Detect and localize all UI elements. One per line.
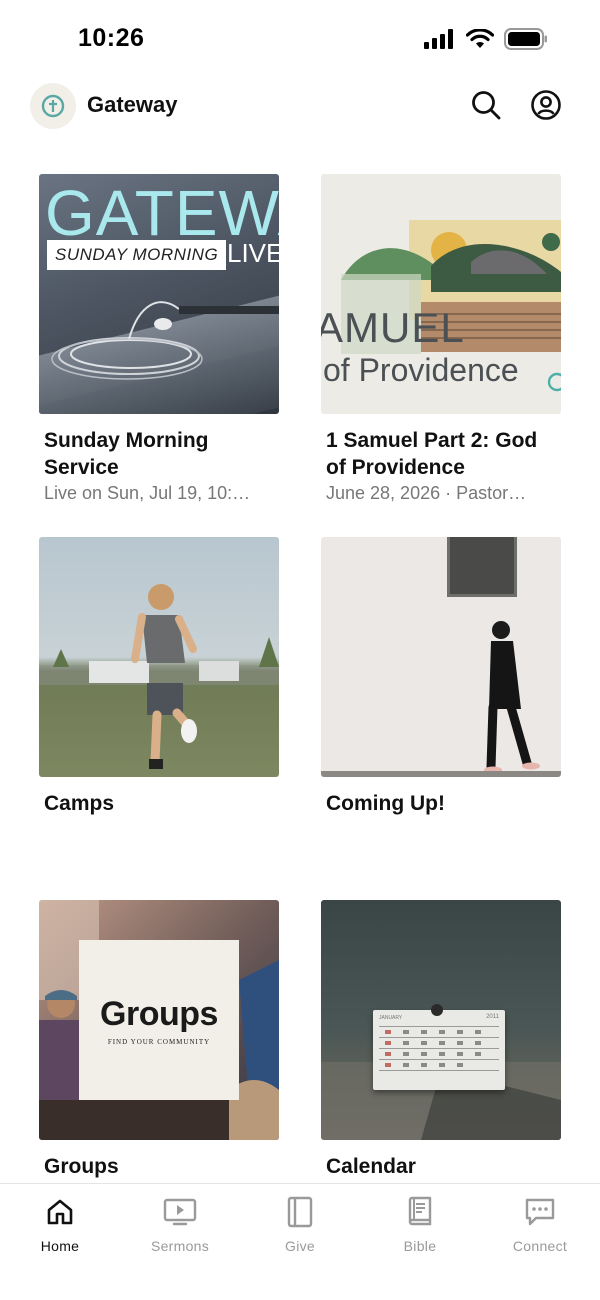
card-title: Calendar bbox=[326, 1155, 416, 1178]
profile-button[interactable] bbox=[529, 89, 563, 126]
card-thumbnail: GATEWA SUNDAY MORNING LIVE bbox=[39, 174, 279, 414]
panel-title: Groups bbox=[100, 994, 218, 1033]
card-coming-up[interactable]: Coming Up! bbox=[321, 537, 561, 817]
app-title: Gateway bbox=[87, 92, 178, 117]
calendar-illustration: JANUARY 2011 bbox=[373, 1010, 505, 1090]
groups-panel: Groups FIND YOUR COMMUNITY bbox=[79, 940, 239, 1100]
app-header: Gateway bbox=[0, 80, 600, 136]
card-camps[interactable]: Camps bbox=[39, 537, 279, 817]
sermons-icon bbox=[160, 1192, 200, 1232]
status-bar: 10:26 bbox=[0, 0, 600, 80]
give-icon bbox=[280, 1192, 320, 1232]
panel-subtitle: FIND YOUR COMMUNITY bbox=[107, 1037, 211, 1046]
calendar-month: JANUARY bbox=[379, 1015, 403, 1021]
calendar-grid-art bbox=[379, 1026, 499, 1071]
tab-label: Home bbox=[40, 1238, 80, 1254]
status-icons bbox=[424, 28, 548, 55]
tab-home[interactable]: Home bbox=[0, 1192, 120, 1262]
thumb-decor bbox=[321, 771, 561, 777]
man-walking-photo-art bbox=[484, 621, 540, 774]
battery-icon bbox=[504, 28, 548, 55]
earbuds-cable-art bbox=[51, 301, 279, 380]
card-title: Camps bbox=[44, 792, 115, 815]
search-icon bbox=[470, 89, 502, 126]
bottom-tab-bar: Home Sermons Give Bible Connect bbox=[0, 1183, 600, 1300]
card-thumbnail: Groups FIND YOUR COMMUNITY bbox=[39, 900, 279, 1140]
calendar-year: 2011 bbox=[486, 1014, 499, 1020]
boy-running-photo-art bbox=[39, 584, 279, 769]
signal-icon bbox=[424, 29, 456, 54]
tab-label: Bible bbox=[403, 1238, 437, 1254]
thumb-live-word: LIVE bbox=[227, 238, 279, 268]
card-subtitle: Live on Sun, Jul 19, 10:… bbox=[44, 483, 251, 503]
status-time: 10:26 bbox=[78, 24, 145, 52]
tab-label: Connect bbox=[512, 1238, 568, 1254]
calendar-pin-art bbox=[431, 1004, 443, 1016]
connect-icon bbox=[520, 1192, 560, 1232]
gateway-logo-icon[interactable] bbox=[30, 83, 76, 129]
card-thumbnail: JANUARY 2011 bbox=[321, 900, 561, 1140]
profile-icon bbox=[530, 89, 562, 126]
card-thumbnail: AMUEL of Providence bbox=[321, 174, 561, 414]
card-title: Coming Up! bbox=[326, 792, 445, 815]
card-title: Groups bbox=[44, 1155, 119, 1178]
tab-label: Sermons bbox=[150, 1238, 210, 1254]
card-title: Sunday Morning Service bbox=[44, 429, 209, 479]
home-icon bbox=[40, 1192, 80, 1232]
card-thumbnail bbox=[39, 537, 279, 777]
tab-label: Give bbox=[285, 1238, 315, 1254]
card-sunday-morning-service[interactable]: GATEWA SUNDAY MORNING LIVE Sunday Mornin… bbox=[39, 174, 279, 505]
card-calendar[interactable]: JANUARY 2011 Calendar bbox=[321, 900, 561, 1180]
thumb-tag: SUNDAY MORNING bbox=[47, 240, 227, 270]
tab-bible[interactable]: Bible bbox=[360, 1192, 480, 1262]
search-button[interactable] bbox=[469, 90, 503, 124]
bible-icon bbox=[400, 1192, 440, 1232]
card-1-samuel-part-2[interactable]: AMUEL of Providence 1 Samuel Part 2: God… bbox=[321, 174, 561, 505]
card-subtitle: June 28, 2026 · Pastor… bbox=[326, 483, 527, 503]
card-title: 1 Samuel Part 2: God of Providence bbox=[326, 429, 538, 479]
thumb-title-word: AMUEL bbox=[321, 304, 465, 351]
tab-give[interactable]: Give bbox=[240, 1192, 360, 1262]
tab-connect[interactable]: Connect bbox=[480, 1192, 600, 1262]
card-thumbnail bbox=[321, 537, 561, 777]
wifi-icon bbox=[465, 28, 495, 54]
thumb-subtitle-word: of Providence bbox=[323, 352, 519, 388]
tab-sermons[interactable]: Sermons bbox=[120, 1192, 240, 1262]
card-groups[interactable]: Groups FIND YOUR COMMUNITY Groups bbox=[39, 900, 279, 1180]
